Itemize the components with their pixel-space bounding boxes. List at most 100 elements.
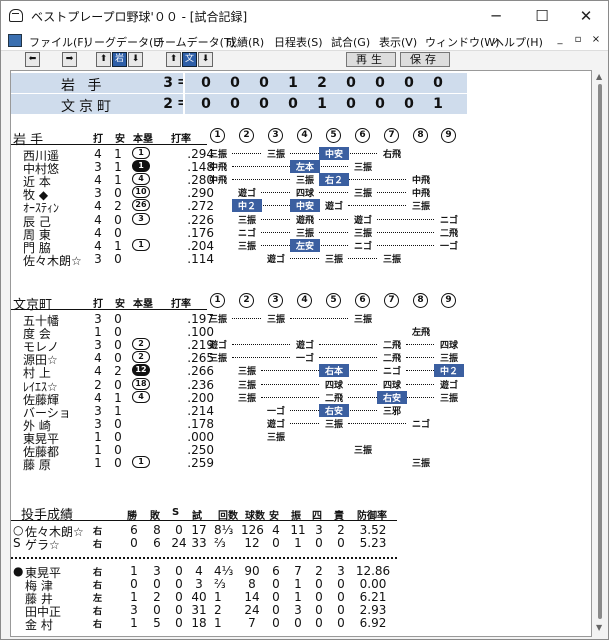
batter-row[interactable]: 佐藤輝 4 1 4.200 三振 二飛 右安 三振 — [11, 390, 591, 407]
batter-row[interactable]: 村 上 4 2 12.266 三振 右本 ニゴ 中２ — [11, 364, 591, 380]
pitcher-stat-g: 4 — [195, 564, 203, 578]
scroll-down-icon[interactable]: ▼ — [596, 623, 602, 632]
at-bat-result: 二飛 — [439, 228, 458, 239]
menu-records[interactable]: 成績(R) — [226, 34, 264, 50]
hits: 0 — [114, 186, 122, 201]
batter-row[interactable]: 外 崎 3 0.178 遊ゴ 三振 ニゴ — [11, 416, 591, 433]
document-icon[interactable] — [8, 34, 22, 47]
replay-button[interactable]: 再生 — [346, 52, 396, 67]
at-bat-result: 右安 — [319, 403, 349, 417]
at-bats: 4 — [94, 225, 102, 240]
pitcher-stat-bb: 0 — [315, 536, 323, 550]
pitcher-row[interactable]: 金 村右 1 5 0 18 1 7 0 0 0 0 6.92 — [11, 616, 591, 632]
at-bat-result: 遊ゴ — [439, 380, 458, 391]
at-bat-result: ニゴ — [353, 241, 372, 252]
batter-row[interactable]: 西川遥 4 1 1.294 三振 三振 中安 右飛 — [11, 147, 591, 163]
menu-game[interactable]: 試合(G) — [331, 34, 370, 50]
mdi-close-button[interactable]: × — [587, 32, 605, 48]
prev-game-button[interactable]: ⬅ — [25, 52, 40, 67]
pitcher-name: ゲラ☆ — [25, 538, 60, 552]
bunkyo-down-button[interactable]: ⬇ — [198, 52, 213, 67]
batter-row[interactable]: 辰 己 4 0 3.226 三振 遊飛 遊ゴ ニゴ — [11, 212, 591, 229]
team-name: 岩 手 — [13, 133, 44, 148]
pitcher-row[interactable]: S ゲラ☆ 右 0 6 24 33 ⅔ 12 0 1 0 0 5.23 — [11, 536, 591, 552]
pitcher-row[interactable]: ○ 佐々木朗☆ 右 6 8 0 17 8⅓ 126 4 11 3 2 3.52 — [11, 523, 591, 539]
pitcher-row[interactable]: ● 東晃平右 1 3 0 4 4⅓ 90 6 7 2 3 12.86 — [11, 564, 591, 580]
result-connector — [232, 179, 290, 181]
result-connector — [406, 357, 434, 359]
pitcher-stat-w: 3 — [130, 603, 138, 617]
result-connector — [348, 257, 377, 259]
iwate-team-button[interactable]: 岩 — [112, 52, 127, 67]
mdi-restore-button[interactable]: ▫ — [569, 32, 587, 48]
result-connector — [377, 218, 434, 220]
pitcher-stat-era: 2.93 — [359, 603, 387, 617]
inning-score: 0 — [201, 96, 211, 112]
at-bat-result: 遊飛 — [295, 215, 314, 226]
at-bat-result: 中安 — [319, 147, 349, 160]
batter-row[interactable]: ﾚｲｴｽ☆ 2 0 18.236 三振 四球 四球 遊ゴ — [11, 377, 591, 394]
hr-count-badge: 1 — [132, 160, 150, 173]
pitching-header-underline — [11, 520, 397, 521]
batting-average: .204 — [187, 238, 214, 253]
menu-schedule[interactable]: 日程表(S) — [274, 34, 323, 50]
batter-row[interactable]: 源田☆ 4 0 2.265 三振 一ゴ 二飛 三振 — [11, 351, 591, 367]
menu-league-data[interactable]: リーグデータ(L) — [83, 34, 164, 50]
batter-row[interactable]: 周 東 4 0.176 ニゴ 三振 三振 二飛 — [11, 225, 591, 242]
at-bat-result: 右飛 — [382, 150, 401, 160]
maximize-button[interactable]: ☐ — [519, 1, 565, 31]
at-bat-result: 右安 — [377, 390, 407, 404]
at-bat-result: 中２ — [434, 364, 464, 378]
pitcher-row[interactable]: 梅 津右 0 0 0 3 ⅔ 8 0 1 0 0 0.00 — [11, 577, 591, 593]
inning-header: 5 — [326, 293, 341, 308]
save-button[interactable]: 保存 — [400, 52, 450, 67]
result-connector — [377, 231, 434, 233]
scroll-up-icon[interactable]: ▲ — [596, 72, 602, 81]
menu-team-data[interactable]: チームデータ(T) — [154, 34, 235, 50]
inning-score: 1 — [433, 96, 443, 112]
batter-row[interactable]: 度 会 1 0.100 左飛 — [11, 325, 591, 341]
pitcher-stat-s: 0 — [175, 523, 183, 537]
batter-row[interactable]: バーショ 3 1.214 一ゴ 右安 三邪 — [11, 403, 591, 420]
batter-row[interactable]: 牧 ◆ 3 0 10.290 遊ゴ 四球 三振 中飛 — [11, 186, 591, 202]
next-game-button[interactable]: ➡ — [62, 52, 77, 67]
pitcher-stat-pitches: 126 — [241, 523, 264, 537]
pitcher-row[interactable]: 藤 井左 1 2 0 40 1 14 0 1 0 0 6.21 — [11, 590, 591, 606]
column-hr-rbi: 本塁 — [133, 299, 153, 310]
batter-row[interactable]: 門 脇 4 1 1.204 三振 左安 ニゴ 一ゴ — [11, 238, 591, 255]
pitcher-stat-bb: 3 — [315, 523, 323, 537]
bunkyo-up-button[interactable]: ⬆ — [166, 52, 181, 67]
pitcher-stat-bb: 0 — [315, 577, 323, 591]
batter-row[interactable]: 近 本 4 1 4.280 中飛 三振 右２ 中飛 — [11, 173, 591, 189]
batter-row[interactable]: ｵｰｽﾃｨﾝ 4 2 26.272 中２ 中安 遊ゴ 三振 — [11, 199, 591, 215]
minimize-button[interactable]: ─ — [473, 1, 519, 31]
line-score-row-iwate: 岩 手 3 = 000120000 — [11, 73, 467, 94]
hits: 1 — [114, 403, 122, 418]
inning-score: 0 — [404, 75, 414, 91]
iwate-up-button[interactable]: ⬆ — [96, 52, 111, 67]
scroll-thumb[interactable] — [598, 84, 602, 619]
batter-row[interactable]: 東晃平 1 0.000 三振 — [11, 430, 591, 446]
result-connector — [232, 318, 261, 319]
close-button[interactable]: ✕ — [563, 1, 609, 31]
mdi-minimize-button[interactable]: _ — [551, 32, 569, 48]
pitcher-stat-w: 1 — [130, 564, 138, 578]
batter-row[interactable]: 藤 原 1 0 1 .259 三振 — [11, 456, 591, 472]
batter-row[interactable]: 佐藤都 1 0.250 三振 — [11, 443, 591, 459]
bunkyo-team-button[interactable]: 文 — [182, 52, 197, 67]
pitcher-stat-l: 8 — [153, 523, 161, 537]
vertical-scrollbar[interactable]: ▲ ▼ — [593, 70, 607, 637]
batter-row[interactable]: 五十幡 3 0.197 三振 三振 三振 — [11, 312, 591, 328]
batter-row[interactable]: 中村悠 3 1 1.148 中飛 左本 三振 — [11, 160, 591, 176]
menu-view[interactable]: 表示(V) — [379, 34, 417, 50]
menu-help[interactable]: ヘルプ(H) — [493, 34, 543, 50]
at-bats: 3 — [94, 416, 102, 431]
pitcher-row[interactable]: 田中正右 3 0 0 31 2 24 0 3 0 0 2.93 — [11, 603, 591, 619]
batter-row[interactable]: モレノ 3 0 2.219 遊ゴ 遊ゴ 二飛 四球 — [11, 338, 591, 354]
iwate-down-button[interactable]: ⬇ — [128, 52, 143, 67]
menu-file[interactable]: ファイル(F) — [29, 34, 88, 50]
pitcher-stat-k: 0 — [294, 616, 302, 630]
at-bats: 4 — [94, 199, 102, 214]
batter-row[interactable]: 佐々木朗☆ 3 0 .114 遊ゴ 三振 三振 — [11, 252, 591, 268]
menu-window[interactable]: ウィンドウ(W) — [425, 34, 499, 50]
